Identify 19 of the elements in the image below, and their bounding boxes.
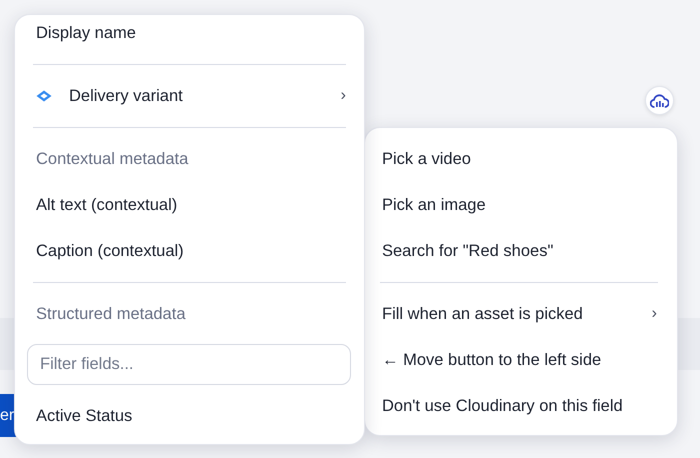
- diamond-icon: [36, 90, 52, 102]
- chevron-icon: ›: [340, 84, 346, 108]
- cloud-icon: [650, 94, 669, 108]
- cloud-button[interactable]: [645, 86, 674, 115]
- menu-item[interactable]: Don't use Cloudinary on this field: [365, 383, 677, 429]
- menu-item[interactable]: Pick a video: [365, 136, 677, 182]
- menu-item-label[interactable]: Fill when an asset is picked: [382, 302, 583, 326]
- chevron-icon: ›: [652, 302, 657, 326]
- menu-item[interactable]: Pick an image: [365, 182, 677, 228]
- menu-item[interactable]: Alt text (contextual): [15, 182, 364, 228]
- menu-item-label[interactable]: Delivery variant: [69, 84, 183, 108]
- menu-item[interactable]: Display name: [15, 15, 364, 56]
- menu-item[interactable]: Active Status: [15, 393, 364, 439]
- menu-item[interactable]: Search for "Red shoes": [365, 228, 677, 274]
- filter-field[interactable]: Filter fields...: [27, 344, 351, 385]
- menu-item[interactable]: Caption (contextual): [15, 228, 364, 274]
- section-header: Structured metadata: [35, 304, 186, 325]
- section-header: Contextual metadata: [35, 148, 190, 170]
- menu-item[interactable]: ← Move button to the left side: [365, 337, 677, 383]
